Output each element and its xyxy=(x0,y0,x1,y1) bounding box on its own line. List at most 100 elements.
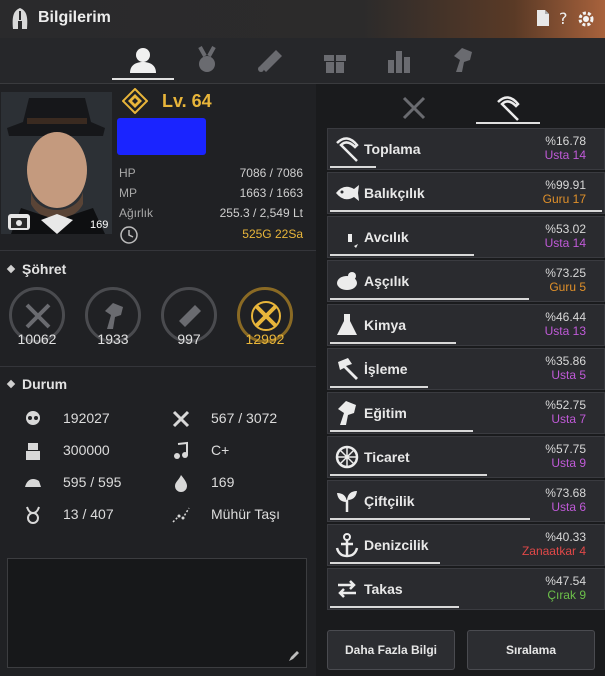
life-skill-rank: Usta 14 xyxy=(544,236,586,250)
life-skill-row[interactable]: Toplama %16.78 Usta 14 xyxy=(327,128,605,170)
document-icon[interactable] xyxy=(534,9,552,27)
life-skill-row[interactable]: Eğitim %52.75 Usta 7 xyxy=(327,392,605,434)
tab-medal[interactable] xyxy=(176,42,238,80)
help-icon[interactable]: ? xyxy=(555,9,573,27)
fame-total[interactable]: 12992 xyxy=(234,287,294,351)
life-skill-progress-bar xyxy=(330,386,428,388)
life-skill-progress-bar xyxy=(330,342,456,344)
life-skill-row[interactable]: Kimya %46.44 Usta 13 xyxy=(327,304,605,346)
fame-title: Şöhret xyxy=(22,261,67,277)
guard-icon xyxy=(26,443,40,460)
fame-header: Şöhret xyxy=(6,261,67,277)
window-title: Bilgilerim xyxy=(38,9,111,26)
horse-head-icon xyxy=(338,401,356,425)
hp-row: HP 7086 / 7086 xyxy=(119,166,303,184)
tab-combat[interactable] xyxy=(382,90,446,124)
life-skill-name: Aşçılık xyxy=(364,273,410,289)
life-skill-row[interactable]: Balıkçılık %99.91 Guru 17 xyxy=(327,172,605,214)
life-skill-name: Çiftçilik xyxy=(364,493,415,509)
fame-life[interactable]: 1933 xyxy=(82,287,142,351)
crossed-swords-gold-icon xyxy=(251,301,281,331)
life-skill-row[interactable]: Avcılık %53.02 Usta 14 xyxy=(327,216,605,258)
portrait-image xyxy=(1,92,112,234)
character-name-redacted xyxy=(117,118,206,155)
hp-value: 7086 / 7086 xyxy=(239,166,303,180)
helmet-logo-icon xyxy=(12,8,28,29)
constellation-icon xyxy=(172,507,190,523)
swords-icon xyxy=(402,96,426,120)
mp-value: 1663 / 1663 xyxy=(239,186,303,200)
status-music-value: C+ xyxy=(211,442,230,458)
life-skill-percent: %99.91 xyxy=(545,178,586,192)
level-emblem-icon xyxy=(122,88,148,114)
life-skill-percent: %57.75 xyxy=(545,442,586,456)
status-seal-value: Mühür Taşı xyxy=(211,506,280,522)
pencil-icon[interactable] xyxy=(288,650,300,662)
life-skill-name: Takas xyxy=(364,581,403,597)
life-skill-row[interactable]: Ticaret %57.75 Usta 9 xyxy=(327,436,605,478)
character-panel: 169 Lv. 64 HP 7086 / 7086 MP 1663 / 1663 A… xyxy=(0,84,316,676)
mp-label: MP xyxy=(119,186,137,200)
life-skill-row[interactable]: İşleme %35.86 Usta 5 xyxy=(327,348,605,390)
life-skill-row[interactable]: Denizcilik %40.33 Zanaatkar 4 xyxy=(327,524,605,566)
settings-gear-icon[interactable] xyxy=(576,9,596,29)
character-portrait[interactable]: 169 xyxy=(1,92,112,234)
life-skill-name: Balıkçılık xyxy=(364,185,425,201)
hammer-icon xyxy=(338,358,358,380)
tab-stats[interactable] xyxy=(368,42,430,80)
life-skill-name: Ticaret xyxy=(364,449,410,465)
life-skill-progress-bar xyxy=(330,166,376,168)
status-energy-value: 595 / 595 xyxy=(63,474,122,490)
life-skill-progress-bar xyxy=(330,254,474,256)
wheel-icon xyxy=(335,445,359,469)
life-skill-percent: %46.44 xyxy=(545,310,586,324)
flame-icon xyxy=(175,475,187,492)
weight-row: Ağırlık 255.3 / 2,549 Lt xyxy=(119,206,303,224)
life-skill-progress-bar xyxy=(330,606,459,608)
life-skill-percent: %52.75 xyxy=(545,398,586,412)
main-tabs xyxy=(0,38,605,84)
life-skill-name: Avcılık xyxy=(364,229,409,245)
fame-knowledge[interactable]: 997 xyxy=(158,287,218,351)
divider xyxy=(0,366,316,367)
life-skill-row[interactable]: Çiftçilik %73.68 Usta 6 xyxy=(327,480,605,522)
fame-knowledge-value: 997 xyxy=(177,331,201,347)
life-skill-percent: %47.54 xyxy=(545,574,586,588)
life-skill-row[interactable]: Takas %47.54 Çırak 9 xyxy=(327,568,605,610)
tab-life[interactable] xyxy=(476,90,540,124)
character-info-window: Bilgilerim ? 169 Lv. 64 HP 7086 / 7086 M… xyxy=(0,0,605,676)
life-skill-rank: Usta 9 xyxy=(551,456,586,470)
arm-icon xyxy=(25,479,41,487)
life-skill-rank: Çırak 9 xyxy=(547,588,586,602)
ranking-button[interactable]: Sıralama xyxy=(467,630,595,670)
exchange-icon xyxy=(338,580,356,598)
life-skill-row[interactable]: Aşçılık %73.25 Guru 5 xyxy=(327,260,605,302)
life-skill-percent: %16.78 xyxy=(545,134,586,148)
tab-character[interactable] xyxy=(112,42,174,80)
memo-textarea[interactable] xyxy=(7,558,307,668)
tab-scroll[interactable] xyxy=(240,42,302,80)
status-horn-value: 13 / 407 xyxy=(63,506,114,522)
fame-total-value: 12992 xyxy=(245,331,285,347)
life-skill-rank: Usta 5 xyxy=(551,368,586,382)
life-skill-name: Toplama xyxy=(364,141,421,157)
horse-head-icon xyxy=(105,303,123,329)
scroll-icon xyxy=(258,50,282,72)
music-note-icon xyxy=(174,441,188,459)
life-skill-name: İşleme xyxy=(364,361,408,377)
weight-value: 255.3 / 2,549 Lt xyxy=(219,206,303,220)
tab-gift[interactable] xyxy=(304,42,366,80)
life-skill-percent: %73.25 xyxy=(545,266,586,280)
status-title: Durum xyxy=(22,376,68,392)
fame-combat[interactable]: 10062 xyxy=(6,287,66,351)
sprout-icon xyxy=(337,491,357,512)
sickle-icon xyxy=(497,96,520,121)
divider xyxy=(0,250,316,251)
scroll-icon xyxy=(179,305,201,327)
life-skill-percent: %73.68 xyxy=(545,486,586,500)
more-info-button[interactable]: Daha Fazla Bilgi xyxy=(327,630,455,670)
sickle-icon xyxy=(336,137,359,162)
horse-icon xyxy=(454,48,472,72)
camera-icon[interactable] xyxy=(8,214,30,230)
tab-mount[interactable] xyxy=(432,42,494,80)
